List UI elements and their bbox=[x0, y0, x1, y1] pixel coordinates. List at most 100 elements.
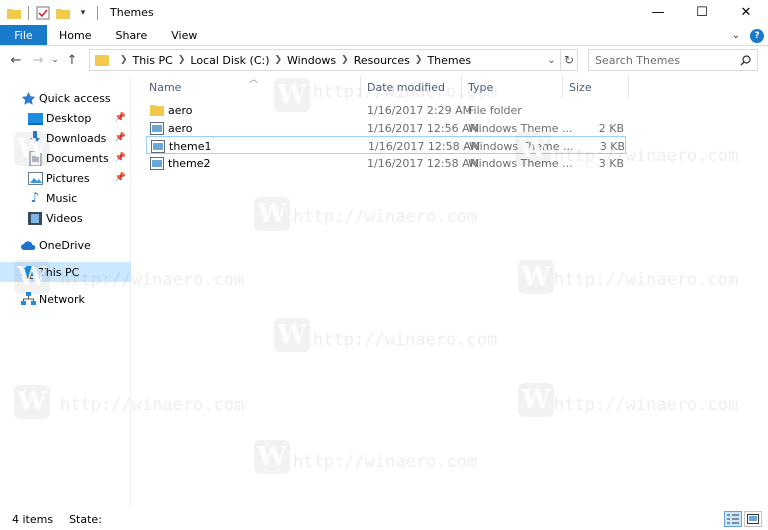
pin-icon[interactable]: 📌 bbox=[115, 133, 126, 143]
watermark-logo: W bbox=[254, 440, 290, 474]
theme-file-icon bbox=[151, 139, 165, 153]
new-folder-icon[interactable] bbox=[55, 5, 71, 21]
file-date: 1/16/2017 2:29 AM bbox=[367, 103, 473, 117]
watermark-text: http://winaero.com bbox=[554, 270, 739, 290]
file-row[interactable]: theme2 1/16/2017 12:58 AM Windows Theme … bbox=[146, 154, 626, 172]
breadcrumb-local-disk[interactable]: Local Disk (C:) bbox=[190, 54, 269, 67]
maximize-button[interactable]: ☐ bbox=[680, 0, 724, 25]
chevron-right-icon[interactable]: ❯ bbox=[415, 55, 423, 65]
documents-icon bbox=[27, 150, 43, 166]
refresh-icon[interactable]: ↻ bbox=[560, 50, 577, 70]
folder-icon bbox=[150, 103, 164, 117]
file-name: aero bbox=[168, 121, 193, 135]
theme-file-icon bbox=[150, 156, 164, 170]
nav-item-downloads[interactable]: Downloads 📌 bbox=[0, 128, 131, 148]
breadcrumb-themes[interactable]: Themes bbox=[427, 54, 471, 67]
nav-item-videos[interactable]: Videos bbox=[0, 208, 131, 228]
file-type: Windows Theme ... bbox=[469, 139, 574, 153]
file-size: 3 KB bbox=[599, 139, 625, 153]
chevron-right-icon[interactable]: ❯ bbox=[178, 55, 186, 65]
pin-icon[interactable]: 📌 bbox=[115, 173, 126, 183]
file-type: Windows Theme ... bbox=[468, 121, 573, 135]
breadcrumb-resources[interactable]: Resources bbox=[354, 54, 410, 67]
chevron-right-icon[interactable]: ❯ bbox=[341, 55, 349, 65]
status-bar: 4 items State: bbox=[0, 508, 768, 530]
nav-item-pictures[interactable]: Pictures 📌 bbox=[0, 168, 131, 188]
file-size: 3 KB bbox=[598, 156, 624, 170]
music-icon: ♪ bbox=[30, 190, 40, 206]
watermark-logo: W bbox=[518, 383, 554, 417]
watermark-text: http://winaero.com bbox=[293, 452, 478, 472]
nav-item-network[interactable]: Network bbox=[0, 289, 131, 309]
large-icons-view-icon bbox=[747, 514, 759, 524]
file-row[interactable]: aero 1/16/2017 2:29 AM File folder bbox=[146, 101, 626, 119]
forward-button[interactable]: → bbox=[27, 49, 49, 71]
address-row: ← → ⌄ ↑ ❯ This PC ❯ Local Disk (C:) ❯ Wi… bbox=[0, 46, 768, 74]
nav-item-quick-access[interactable]: Quick access bbox=[0, 88, 131, 108]
breadcrumb-this-pc[interactable]: This PC bbox=[133, 54, 173, 67]
breadcrumb-windows[interactable]: Windows bbox=[287, 54, 336, 67]
chevron-right-icon[interactable]: ❯ bbox=[275, 55, 283, 65]
up-button[interactable]: ↑ bbox=[61, 49, 83, 71]
search-icon[interactable] bbox=[740, 54, 751, 66]
large-icons-view-button[interactable] bbox=[744, 511, 762, 527]
column-header-name[interactable]: Name bbox=[143, 76, 361, 98]
properties-icon[interactable] bbox=[35, 5, 51, 21]
search-box[interactable]: Search Themes bbox=[588, 49, 758, 71]
column-header-size[interactable]: Size bbox=[563, 76, 629, 98]
computer-icon bbox=[20, 264, 36, 280]
file-name: aero bbox=[168, 103, 193, 117]
file-row[interactable]: aero 1/16/2017 12:56 AM Windows Theme ..… bbox=[146, 119, 626, 137]
theme-file-icon bbox=[150, 121, 164, 135]
file-date: 1/16/2017 12:58 AM bbox=[367, 156, 480, 170]
folder-icon bbox=[95, 54, 109, 66]
minimize-button[interactable]: — bbox=[636, 0, 680, 25]
file-type: File folder bbox=[468, 103, 522, 117]
nav-item-desktop[interactable]: Desktop 📌 bbox=[0, 108, 131, 128]
file-name: theme2 bbox=[168, 156, 211, 170]
window-title: Themes bbox=[110, 6, 154, 19]
ribbon-tabs: File Home Share View ⌄ ? bbox=[0, 25, 768, 46]
file-name: theme1 bbox=[169, 139, 212, 153]
file-size bbox=[566, 101, 624, 119]
tab-file[interactable]: File bbox=[0, 25, 47, 45]
pin-icon[interactable]: 📌 bbox=[115, 153, 126, 163]
nav-item-this-pc[interactable]: This PC bbox=[0, 262, 131, 282]
column-headers: ︿ Name Date modified Type Size bbox=[131, 75, 768, 98]
watermark-logo: W bbox=[254, 197, 290, 231]
file-size: 2 KB bbox=[598, 121, 624, 135]
pictures-icon bbox=[27, 170, 43, 186]
search-input[interactable]: Search Themes bbox=[595, 54, 680, 67]
help-icon[interactable]: ? bbox=[750, 28, 764, 43]
watermark-text: http://winaero.com bbox=[313, 330, 498, 350]
tab-view[interactable]: View bbox=[159, 25, 209, 45]
state-label: State: bbox=[69, 512, 102, 526]
file-row[interactable]: theme1 1/16/2017 12:58 AM Windows Theme … bbox=[146, 136, 626, 154]
close-button[interactable]: ✕ bbox=[724, 0, 768, 25]
pin-icon[interactable]: 📌 bbox=[115, 113, 126, 123]
recent-locations-button[interactable]: ⌄ bbox=[49, 49, 61, 71]
back-button[interactable]: ← bbox=[5, 49, 27, 71]
star-icon bbox=[20, 90, 36, 106]
watermark-logo: W bbox=[518, 260, 554, 294]
nav-item-documents[interactable]: Documents 📌 bbox=[0, 148, 131, 168]
items-count: 4 items bbox=[12, 512, 54, 526]
address-history-icon[interactable]: ⌄ bbox=[543, 50, 560, 70]
watermark-text: http://winaero.com bbox=[293, 207, 478, 227]
chevron-right-icon[interactable]: ❯ bbox=[120, 55, 128, 65]
details-view-button[interactable] bbox=[724, 511, 742, 527]
videos-icon bbox=[27, 210, 43, 226]
details-view-icon bbox=[727, 514, 739, 524]
column-header-type[interactable]: Type bbox=[462, 76, 563, 98]
nav-item-onedrive[interactable]: OneDrive bbox=[0, 235, 131, 255]
tab-home[interactable]: Home bbox=[47, 25, 103, 45]
window-controls: — ☐ ✕ bbox=[636, 0, 768, 25]
expand-ribbon-icon[interactable]: ⌄ bbox=[732, 30, 740, 41]
onedrive-icon bbox=[20, 237, 36, 253]
customize-toolbar-icon[interactable]: ▾ bbox=[75, 5, 91, 21]
nav-item-music[interactable]: ♪ Music bbox=[0, 188, 131, 208]
tab-share[interactable]: Share bbox=[103, 25, 159, 45]
watermark-text: http://winaero.com bbox=[554, 395, 739, 415]
address-bar[interactable]: ❯ This PC ❯ Local Disk (C:) ❯ Windows ❯ … bbox=[89, 49, 578, 71]
column-header-date[interactable]: Date modified bbox=[361, 76, 462, 98]
